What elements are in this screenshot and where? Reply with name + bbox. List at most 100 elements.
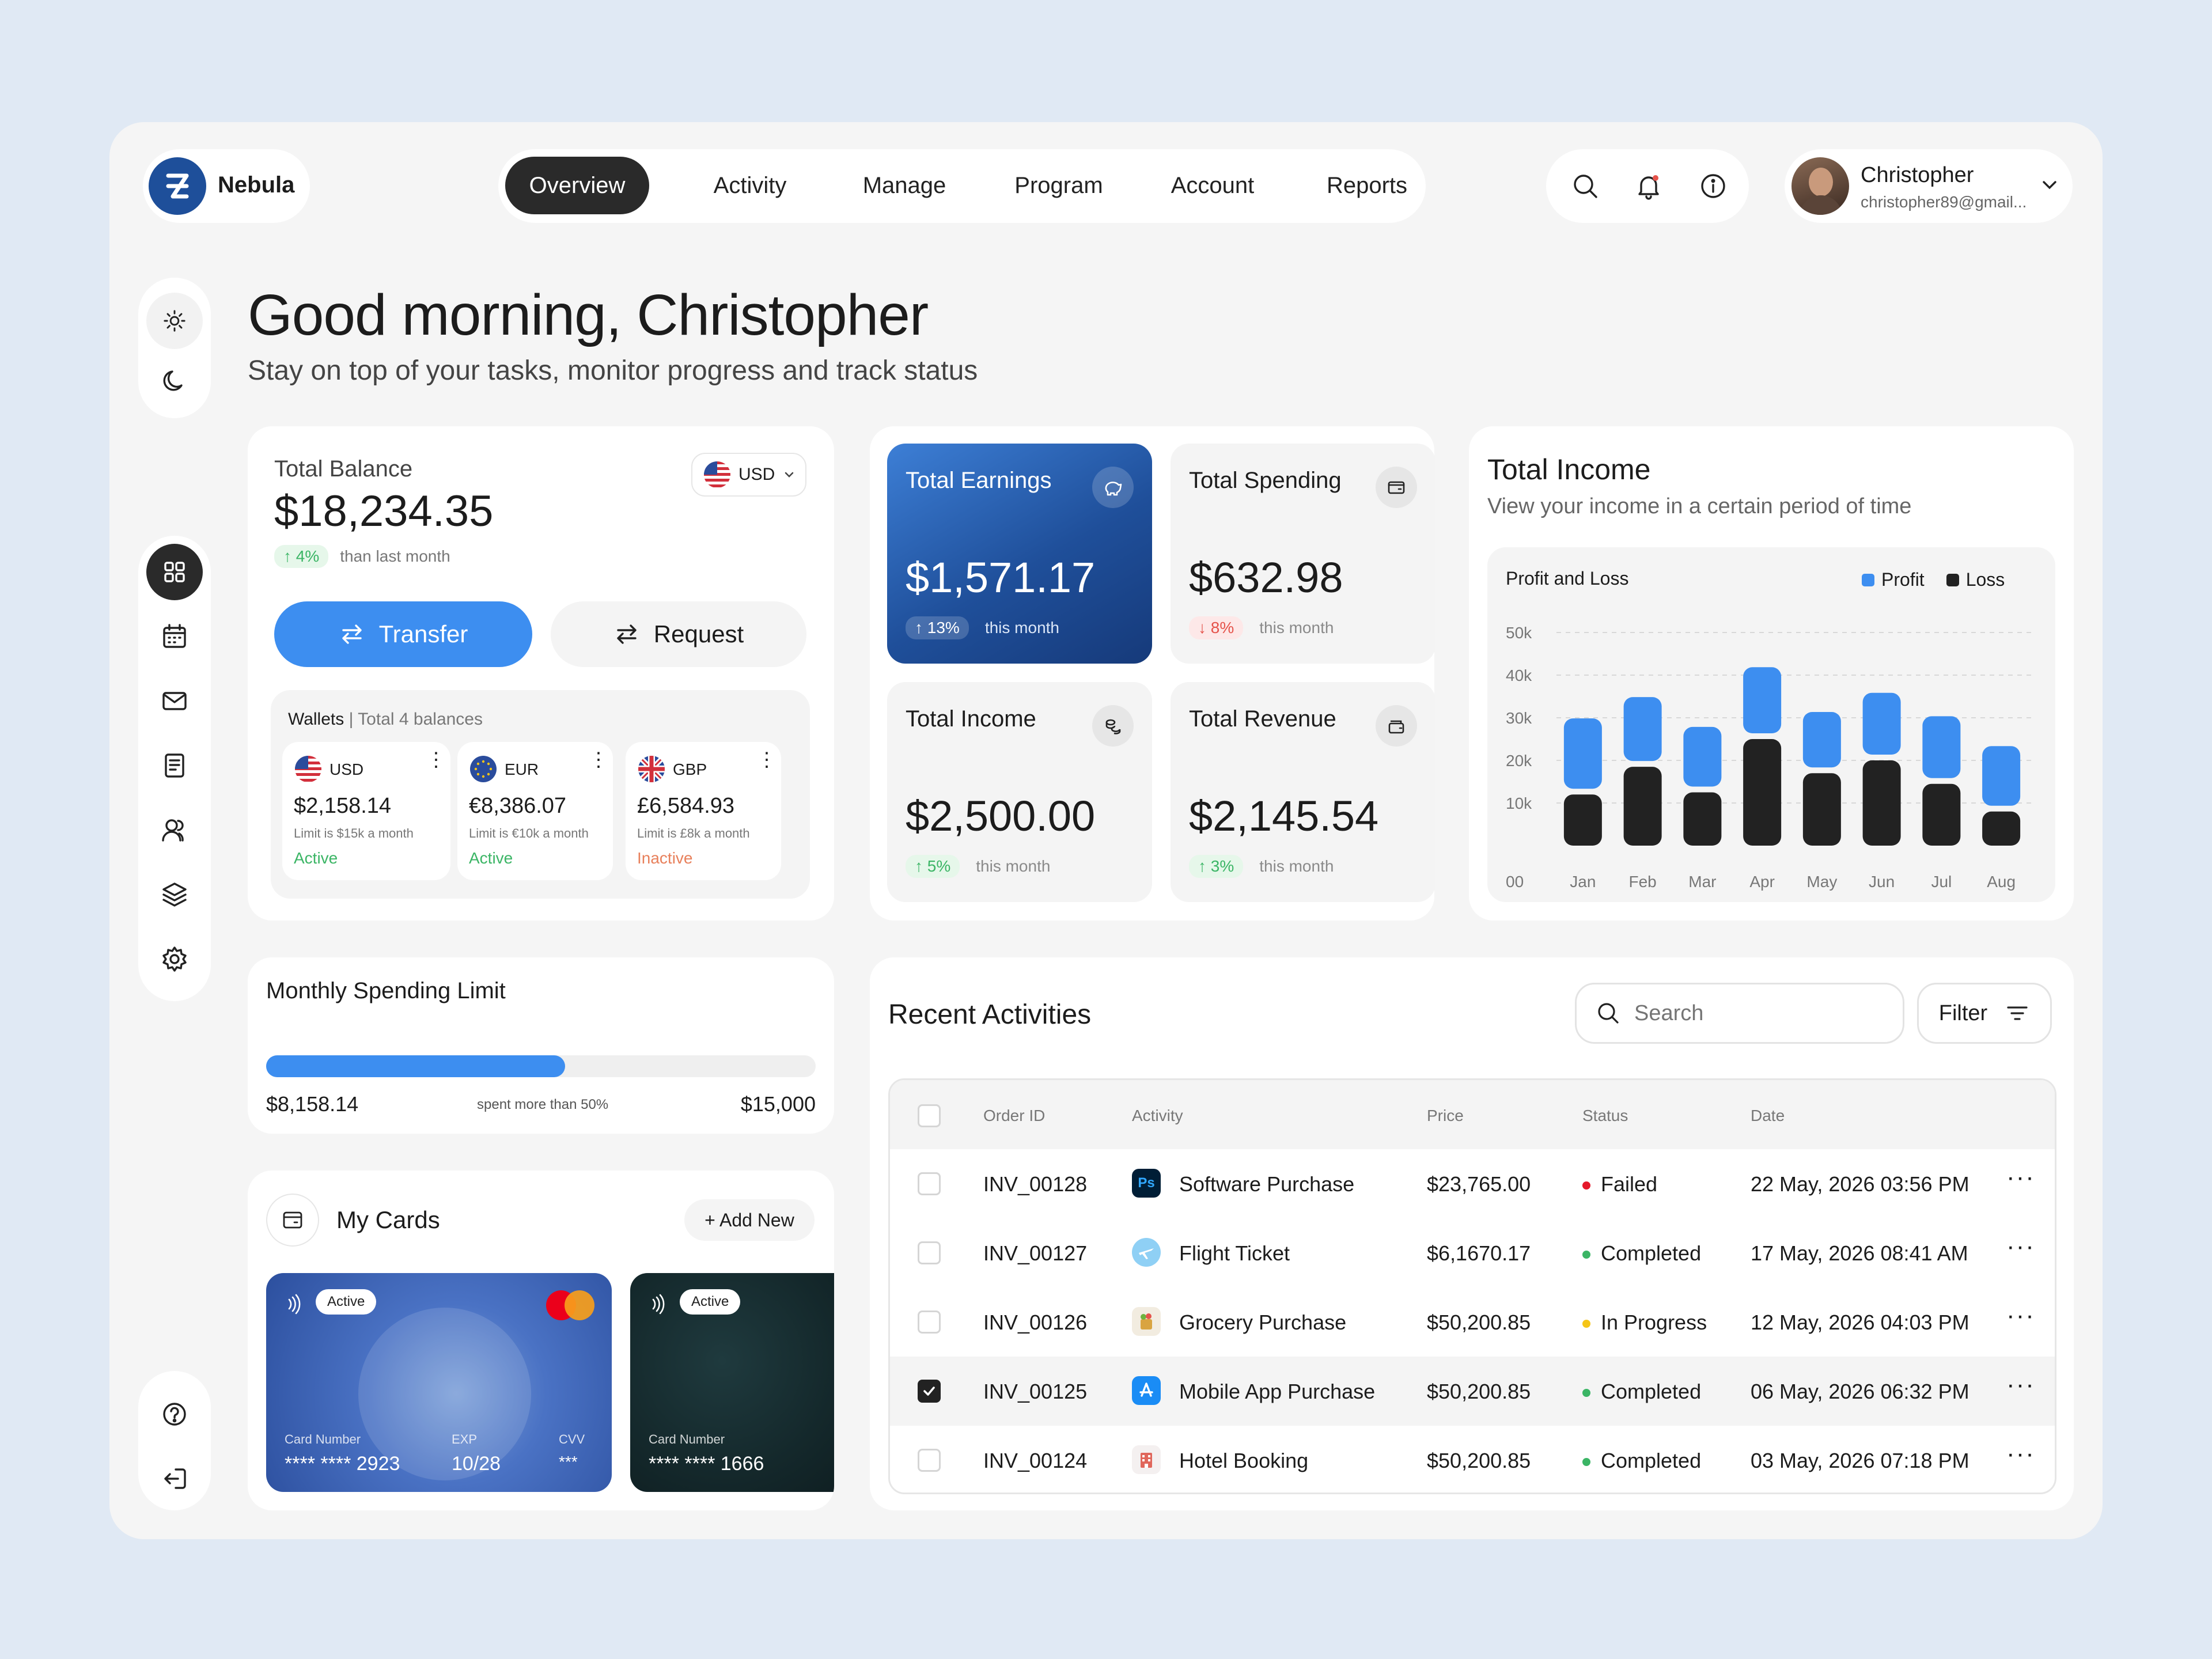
bar-loss-mar[interactable] bbox=[1683, 792, 1722, 846]
chevron-down-icon[interactable] bbox=[2038, 173, 2061, 199]
wallet-eur[interactable]: EUR ⋮ €8,386.07 Limit is €10k a month Ac… bbox=[457, 742, 613, 880]
table-row[interactable]: INV_00126 Grocery Purchase $50,200.85 In… bbox=[890, 1287, 2055, 1357]
mastercard-logo-icon bbox=[546, 1290, 594, 1320]
wallet-usd[interactable]: USD ⋮ $2,158.14 Limit is $15k a month Ac… bbox=[282, 742, 450, 880]
wallet-gbp[interactable]: GBP ⋮ £6,584.93 Limit is £8k a month Ina… bbox=[626, 742, 781, 880]
tab-account[interactable]: Account bbox=[1146, 157, 1279, 214]
stat-total-spending[interactable]: Total Spending $632.98 ↓ 8% this month bbox=[1171, 444, 1435, 664]
sidebar-item-dashboard[interactable] bbox=[146, 544, 203, 600]
bar-profit-apr[interactable] bbox=[1743, 667, 1782, 733]
balance-change-badge: ↑ 4% bbox=[274, 545, 329, 568]
search-icon[interactable] bbox=[1569, 170, 1601, 205]
stat-total-revenue[interactable]: Total Revenue $2,145.54 ↑ 3% this month bbox=[1171, 682, 1435, 902]
user-email: christopher89@gmail... bbox=[1861, 193, 2027, 211]
x-tick-label: May bbox=[1806, 873, 1837, 891]
spending-note: spent more than 50% bbox=[477, 1097, 609, 1112]
info-icon[interactable] bbox=[1697, 170, 1729, 205]
table-row[interactable]: INV_00127 Flight Ticket $6,1670.17 Compl… bbox=[890, 1218, 2055, 1287]
more-vertical-icon[interactable]: ⋮ bbox=[757, 750, 777, 770]
table-row[interactable]: INV_00128 Ps Software Purchase $23,765.0… bbox=[890, 1149, 2055, 1218]
table-row[interactable]: INV_00125 Mobile App Purchase $50,200.85… bbox=[890, 1357, 2055, 1426]
card-exp: 10/28 bbox=[452, 1453, 501, 1475]
select-all-checkbox[interactable] bbox=[918, 1104, 941, 1127]
more-horizontal-icon[interactable]: ··· bbox=[2006, 1370, 2035, 1399]
tab-reports[interactable]: Reports bbox=[1301, 157, 1433, 214]
search-input[interactable] bbox=[1634, 1001, 1888, 1026]
moon-icon[interactable] bbox=[157, 363, 192, 399]
status: Completed bbox=[1582, 1449, 1701, 1473]
user-menu[interactable]: Christopher christopher89@gmail... bbox=[1785, 149, 2073, 223]
request-button[interactable]: Request bbox=[551, 601, 806, 667]
status-text: Completed bbox=[1601, 1449, 1702, 1472]
order-id: INV_00124 bbox=[983, 1449, 1088, 1472]
card-status-badge: Active bbox=[680, 1289, 741, 1315]
more-horizontal-icon[interactable]: ··· bbox=[2006, 1301, 2035, 1330]
more-horizontal-icon[interactable]: ··· bbox=[2006, 1163, 2035, 1192]
balance-label: Total Balance bbox=[274, 456, 413, 482]
x-tick-label: Jul bbox=[1931, 873, 1952, 891]
currency-code: USD bbox=[738, 465, 775, 484]
logout-icon[interactable] bbox=[157, 1461, 192, 1497]
bell-icon[interactable] bbox=[1633, 170, 1665, 205]
bar-loss-may[interactable] bbox=[1802, 773, 1841, 846]
sidebar-item-documents[interactable] bbox=[157, 748, 192, 783]
stats-card: Total Earnings $1,571.17 ↑ 13% this month… bbox=[870, 426, 1435, 921]
row-checkbox[interactable] bbox=[918, 1449, 941, 1472]
tab-program[interactable]: Program bbox=[993, 157, 1125, 214]
status: Failed bbox=[1582, 1172, 1657, 1196]
sidebar-item-mail[interactable] bbox=[157, 683, 192, 719]
x-tick-label: Feb bbox=[1629, 873, 1657, 891]
bar-loss-jan[interactable] bbox=[1563, 794, 1602, 846]
table-header: Order ID Activity Price Status Date bbox=[890, 1080, 2055, 1149]
bar-profit-jul[interactable] bbox=[1922, 716, 1961, 778]
card-status-badge: Active bbox=[316, 1289, 377, 1315]
gear-icon bbox=[162, 946, 187, 972]
piggy-bank-icon bbox=[1092, 467, 1134, 508]
bar-profit-aug[interactable] bbox=[1982, 746, 2021, 806]
sidebar-item-layers[interactable] bbox=[157, 877, 192, 912]
bank-card-2[interactable]: Active Card Number **** **** 1666 bbox=[630, 1273, 834, 1492]
sidebar-item-users[interactable] bbox=[157, 812, 192, 848]
card-cvv-label: CVV bbox=[559, 1432, 585, 1446]
stat-change-badge: ↓ 8% bbox=[1189, 616, 1244, 639]
row-checkbox[interactable] bbox=[918, 1241, 941, 1264]
activity-search[interactable] bbox=[1575, 983, 1904, 1044]
sidebar-item-calendar[interactable] bbox=[157, 619, 192, 654]
transfer-button[interactable]: Transfer bbox=[274, 601, 532, 667]
row-checkbox[interactable] bbox=[918, 1310, 941, 1334]
bar-profit-jan[interactable] bbox=[1563, 718, 1602, 789]
tab-activity[interactable]: Activity bbox=[684, 157, 816, 214]
more-vertical-icon[interactable]: ⋮ bbox=[589, 750, 608, 770]
table-row[interactable]: INV_00124 Hotel Booking $50,200.85 Compl… bbox=[890, 1426, 2055, 1493]
more-horizontal-icon[interactable]: ··· bbox=[2006, 1232, 2035, 1261]
stat-total-income[interactable]: Total Income $2,500.00 ↑ 5% this month bbox=[887, 682, 1152, 902]
stat-change-badge: ↑ 13% bbox=[906, 616, 969, 639]
bar-profit-feb[interactable] bbox=[1623, 697, 1662, 762]
tab-overview[interactable]: Overview bbox=[505, 157, 649, 214]
brand-pill[interactable]: Nebula bbox=[143, 149, 310, 223]
row-checkbox[interactable] bbox=[918, 1172, 941, 1195]
more-horizontal-icon[interactable]: ··· bbox=[2006, 1440, 2035, 1468]
sun-icon[interactable] bbox=[146, 293, 203, 349]
bar-loss-apr[interactable] bbox=[1743, 739, 1782, 846]
sidebar-item-settings[interactable] bbox=[157, 941, 192, 977]
bar-profit-jun[interactable] bbox=[1862, 692, 1901, 755]
bar-loss-jul[interactable] bbox=[1922, 783, 1961, 846]
bar-loss-aug[interactable] bbox=[1982, 811, 2021, 846]
row-checkbox-checked[interactable] bbox=[918, 1380, 941, 1403]
tab-manage[interactable]: Manage bbox=[838, 157, 971, 214]
stat-total-earnings[interactable]: Total Earnings $1,571.17 ↑ 13% this month bbox=[887, 444, 1152, 664]
bar-loss-jun[interactable] bbox=[1862, 760, 1901, 846]
bar-loss-feb[interactable] bbox=[1623, 767, 1662, 846]
date: 03 May, 2026 07:18 PM bbox=[1751, 1449, 1969, 1472]
contactless-icon bbox=[646, 1293, 669, 1319]
bar-profit-may[interactable] bbox=[1802, 712, 1841, 768]
help-icon[interactable] bbox=[157, 1396, 192, 1432]
app-frame: Nebula Overview Activity Manage Program … bbox=[109, 122, 2103, 1539]
currency-select[interactable]: USD bbox=[691, 453, 806, 497]
add-card-button[interactable]: + Add New bbox=[684, 1199, 815, 1241]
filter-button[interactable]: Filter bbox=[1917, 983, 2052, 1044]
more-vertical-icon[interactable]: ⋮ bbox=[426, 750, 446, 770]
bar-profit-mar[interactable] bbox=[1683, 726, 1722, 787]
bank-card-1[interactable]: Active Card Number **** **** 2923 EXP 10… bbox=[266, 1273, 612, 1492]
